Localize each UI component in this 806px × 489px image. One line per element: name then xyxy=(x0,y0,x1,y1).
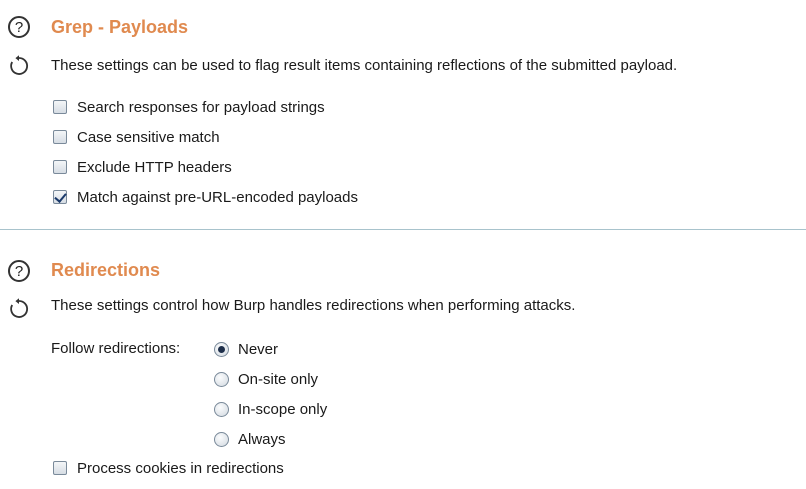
grep-options-list: Search responses for payload strings Cas… xyxy=(53,96,358,208)
follow-redirections-radio-group: Never On-site only In-scope only Always xyxy=(214,338,327,450)
process-cookies-checkbox[interactable] xyxy=(53,461,67,475)
case-sensitive-checkbox-row[interactable]: Case sensitive match xyxy=(53,126,358,148)
section-description-redirections: These settings control how Burp handles … xyxy=(51,297,576,314)
restore-defaults-icon[interactable] xyxy=(7,297,31,321)
search-responses-checkbox-row[interactable]: Search responses for payload strings xyxy=(53,96,358,118)
redirect-on-site-radio-row[interactable]: On-site only xyxy=(214,368,327,390)
search-responses-checkbox[interactable] xyxy=(53,100,67,114)
match-pre-url-encoded-label: Match against pre-URL-encoded payloads xyxy=(77,188,358,206)
redirect-never-radio-row[interactable]: Never xyxy=(214,338,327,360)
follow-redirections-label: Follow redirections: xyxy=(51,340,181,357)
redirect-in-scope-radio[interactable] xyxy=(214,401,229,417)
match-pre-url-encoded-checkbox[interactable] xyxy=(53,190,67,204)
redirect-never-radio[interactable] xyxy=(214,341,229,357)
restore-defaults-icon[interactable] xyxy=(7,54,31,78)
case-sensitive-label: Case sensitive match xyxy=(77,128,220,146)
section-description-grep-payloads: These settings can be used to flag resul… xyxy=(51,57,678,74)
section-title-grep-payloads: Grep - Payloads xyxy=(51,17,189,37)
redirect-never-label: Never xyxy=(238,340,279,358)
redirect-in-scope-radio-row[interactable]: In-scope only xyxy=(214,398,327,420)
exclude-http-headers-checkbox[interactable] xyxy=(53,160,67,174)
redirect-on-site-label: On-site only xyxy=(238,370,319,388)
help-icon[interactable]: ? xyxy=(8,260,30,282)
process-cookies-checkbox-row[interactable]: Process cookies in redirections xyxy=(53,457,284,479)
help-icon[interactable]: ? xyxy=(8,16,30,38)
process-cookies-label: Process cookies in redirections xyxy=(77,459,284,477)
match-pre-url-encoded-checkbox-row[interactable]: Match against pre-URL-encoded payloads xyxy=(53,186,358,208)
redirect-on-site-radio[interactable] xyxy=(214,371,229,387)
redirect-always-radio[interactable] xyxy=(214,431,229,447)
search-responses-label: Search responses for payload strings xyxy=(77,98,325,116)
redirect-always-label: Always xyxy=(238,430,286,448)
case-sensitive-checkbox[interactable] xyxy=(53,130,67,144)
section-divider xyxy=(0,229,806,230)
exclude-http-headers-label: Exclude HTTP headers xyxy=(77,158,232,176)
section-title-redirections: Redirections xyxy=(51,260,161,280)
redirect-in-scope-label: In-scope only xyxy=(238,400,328,418)
redirect-always-radio-row[interactable]: Always xyxy=(214,428,327,450)
exclude-http-headers-checkbox-row[interactable]: Exclude HTTP headers xyxy=(53,156,358,178)
process-cookies-checkbox-row-wrap: Process cookies in redirections xyxy=(53,457,284,479)
